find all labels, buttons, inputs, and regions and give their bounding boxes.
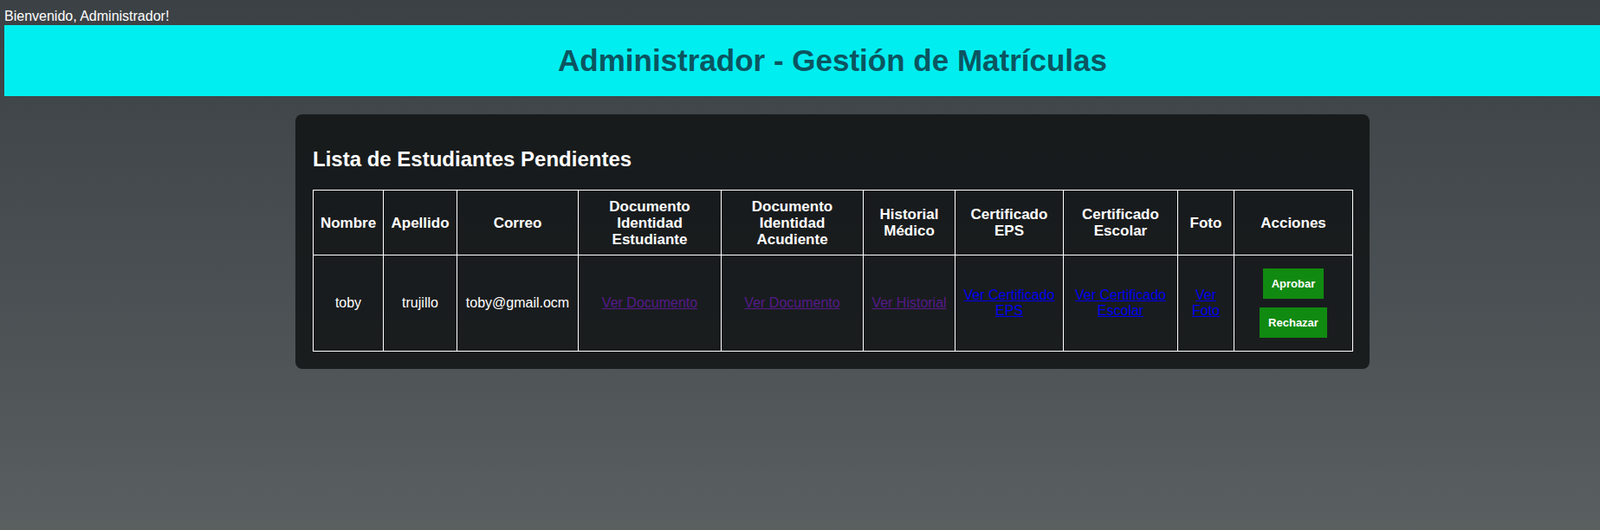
document-link[interactable]: Ver Historial (871, 295, 946, 311)
welcome-text: Bienvenido, Administrador! (4, 0, 1600, 26)
column-header: Apellido (383, 190, 458, 256)
students-table: NombreApellidoCorreoDocumento Identidad … (312, 189, 1354, 352)
column-header: Foto (1178, 190, 1235, 256)
panel-title: Lista de Estudiantes Pendientes (312, 147, 1353, 172)
column-header: Nombre (313, 190, 384, 256)
page-title: Administrador - Gestión de Matrículas (557, 43, 1108, 78)
document-link[interactable]: Ver Documento (602, 295, 698, 311)
table-cell: Ver Certificado Escolar (1063, 255, 1179, 352)
column-header: Acciones (1234, 190, 1354, 256)
header-row: NombreApellidoCorreoDocumento Identidad … (313, 190, 1354, 256)
table-cell: toby@gmail.ocm (457, 255, 579, 352)
document-link[interactable]: Ver Certificado EPS (964, 287, 1056, 318)
students-panel: Lista de Estudiantes Pendientes NombreAp… (295, 114, 1370, 370)
action-button[interactable]: Aprobar (1263, 268, 1325, 299)
column-header: Documento Identidad Estudiante (578, 190, 722, 256)
table-cell: Ver Documento (721, 255, 864, 352)
document-link[interactable]: Ver Certificado Escolar (1075, 287, 1166, 318)
column-header: Documento Identidad Acudiente (721, 190, 864, 256)
document-link[interactable]: Ver Foto (1191, 287, 1220, 318)
table-cell: Ver Documento (578, 255, 722, 352)
action-button[interactable]: Rechazar (1259, 307, 1328, 338)
column-header: Historial Médico (863, 190, 956, 256)
background-photo: Bienvenido, Administrador! Administrador… (0, 0, 1600, 530)
column-header: Correo (457, 190, 579, 256)
column-header: Certificado EPS (955, 190, 1064, 256)
table-cell: Ver Foto (1178, 255, 1235, 352)
document-link[interactable]: Ver Documento (744, 295, 840, 311)
table-row: tobytrujillotoby@gmail.ocm Ver Documento V… (313, 255, 1354, 352)
table-cell: Aprobar Rechazar (1234, 255, 1354, 352)
table-cell: Ver Historial (863, 255, 956, 352)
table-cell: Ver Certificado EPS (955, 255, 1064, 352)
header-bar: Administrador - Gestión de Matrículas (4, 25, 1600, 97)
table-cell: toby (313, 255, 384, 352)
column-header: Certificado Escolar (1063, 190, 1179, 256)
table-cell: trujillo (383, 255, 458, 352)
